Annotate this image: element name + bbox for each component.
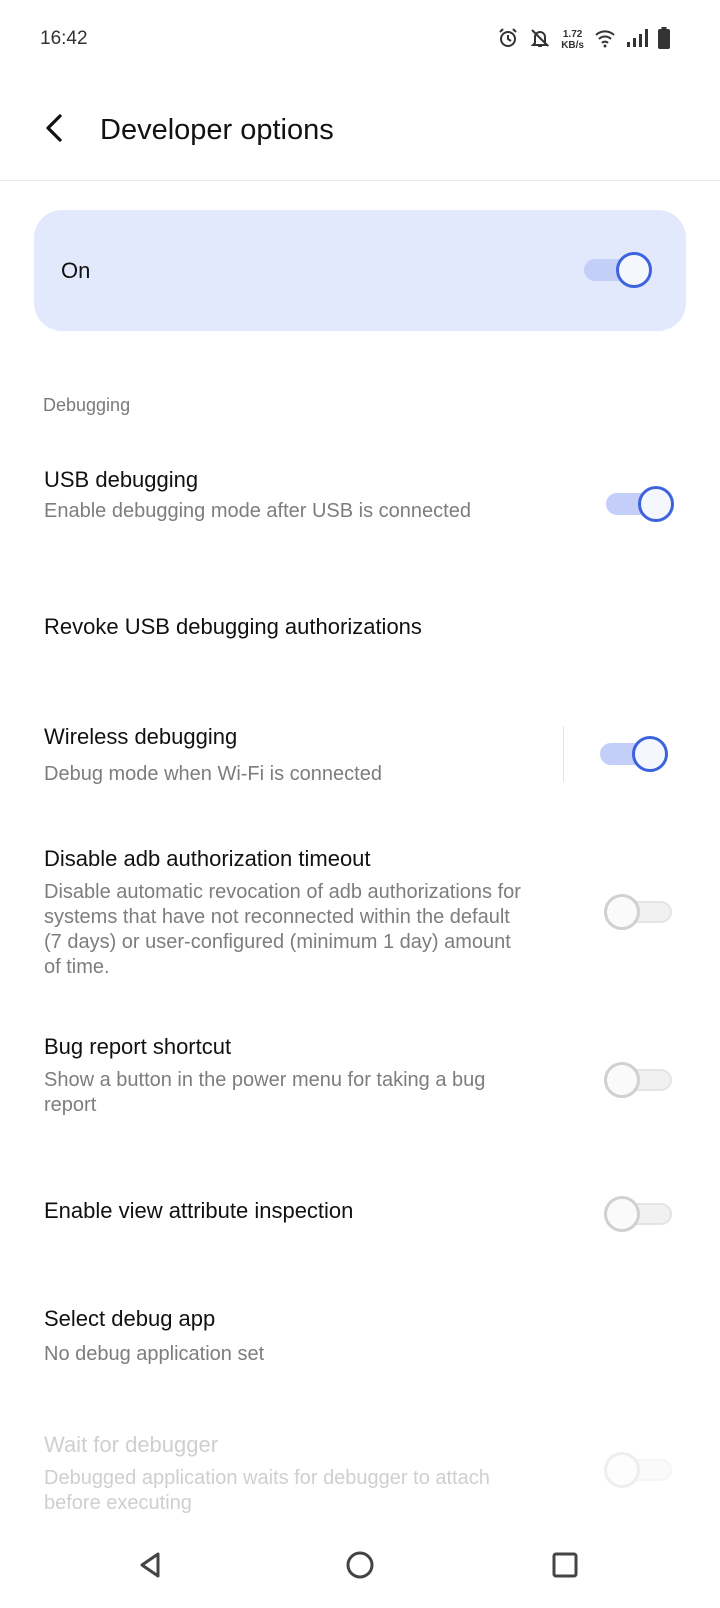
nav-back-button[interactable] (126, 1542, 176, 1592)
setting-title: Revoke USB debugging authorizations (44, 614, 422, 639)
setting-title: Wireless debugging (44, 724, 238, 749)
setting-wait-for-debugger: Wait for debugger Debugged application w… (0, 1420, 720, 1520)
battery-icon (658, 26, 670, 54)
home-circle-icon (344, 1549, 376, 1586)
network-speed-unit: KB/s (561, 40, 584, 51)
section-header-debugging: Debugging (43, 395, 131, 415)
wait-for-debugger-switch (604, 1450, 674, 1490)
switch-thumb (604, 894, 640, 930)
wireless-debugging-switch[interactable] (598, 734, 668, 774)
setting-bug-report-shortcut[interactable]: Bug report shortcut Show a button in the… (0, 1018, 720, 1128)
setting-subtitle: Disable automatic revocation of adb auth… (44, 880, 574, 980)
chevron-left-icon (41, 113, 67, 148)
alarm-icon (497, 27, 519, 54)
bell-off-icon (529, 27, 551, 54)
setting-select-debug-app[interactable]: Select debug app No debug application se… (0, 1290, 720, 1380)
switch-thumb (604, 1452, 640, 1488)
setting-title: USB debugging (44, 467, 199, 492)
subtitle-line: before executing (44, 1492, 192, 1514)
network-speed: 1.72 KB/s (561, 29, 584, 51)
wifi-icon (594, 28, 616, 53)
setting-subtitle: Enable debugging mode after USB is conne… (44, 500, 471, 522)
adb-timeout-switch[interactable] (604, 892, 674, 932)
master-toggle-card[interactable]: On (34, 210, 686, 331)
setting-title: Disable adb authorization timeout (44, 846, 371, 871)
cellular-signal-icon (626, 28, 648, 53)
switch-thumb (604, 1062, 640, 1098)
setting-title: Enable view attribute inspection (44, 1198, 354, 1223)
vertical-divider (563, 726, 564, 782)
system-nav-bar (0, 1530, 720, 1608)
subtitle-line: systems that have not reconnected within… (44, 906, 510, 928)
setting-usb-debugging[interactable]: USB debugging Enable debugging mode afte… (0, 455, 720, 555)
bug-report-shortcut-switch[interactable] (604, 1060, 674, 1100)
setting-title: Select debug app (44, 1306, 216, 1331)
back-triangle-icon (136, 1550, 166, 1585)
subtitle-line: Show a button in the power menu for taki… (44, 1069, 486, 1091)
subtitle-line: report (44, 1094, 97, 1116)
page-title: Developer options (100, 114, 334, 146)
status-icons: 1.72 KB/s (497, 26, 670, 54)
status-time: 16:42 (40, 28, 88, 49)
recents-square-icon (550, 1550, 580, 1585)
setting-subtitle: Show a button in the power menu for taki… (44, 1068, 574, 1118)
setting-subtitle: Debugged application waits for debugger … (44, 1466, 574, 1516)
setting-subtitle: Debug mode when Wi-Fi is connected (44, 763, 382, 785)
master-toggle-switch[interactable] (582, 250, 652, 290)
setting-title: Bug report shortcut (44, 1034, 232, 1059)
setting-revoke-usb-authorizations[interactable]: Revoke USB debugging authorizations (0, 590, 720, 670)
network-speed-value: 1.72 (562, 29, 583, 40)
setting-disable-adb-timeout[interactable]: Disable adb authorization timeout Disabl… (0, 830, 720, 990)
status-bar: 16:42 1.72 KB/s (0, 0, 720, 80)
subtitle-line: Debugged application waits for debugger … (44, 1467, 490, 1489)
setting-title: Wait for debugger (44, 1432, 219, 1457)
master-toggle-label: On (61, 258, 91, 283)
nav-recents-button[interactable] (540, 1542, 590, 1592)
setting-wireless-debugging[interactable]: Wireless debugging Debug mode when Wi-Fi… (0, 700, 720, 800)
subtitle-line: (7 days) or user-configured (minimum 1 d… (44, 931, 511, 953)
usb-debugging-switch[interactable] (604, 484, 674, 524)
switch-thumb (616, 252, 652, 288)
app-bar: Developer options (0, 84, 720, 181)
setting-subtitle: No debug application set (44, 1343, 265, 1365)
nav-home-button[interactable] (335, 1542, 385, 1592)
switch-thumb (638, 486, 674, 522)
view-attribute-inspection-switch[interactable] (604, 1194, 674, 1234)
subtitle-line: of time. (44, 956, 110, 978)
subtitle-line: Disable automatic revocation of adb auth… (44, 881, 521, 903)
switch-thumb (632, 736, 668, 772)
setting-view-attribute-inspection[interactable]: Enable view attribute inspection (0, 1170, 720, 1250)
back-button[interactable] (28, 104, 80, 156)
switch-thumb (604, 1196, 640, 1232)
